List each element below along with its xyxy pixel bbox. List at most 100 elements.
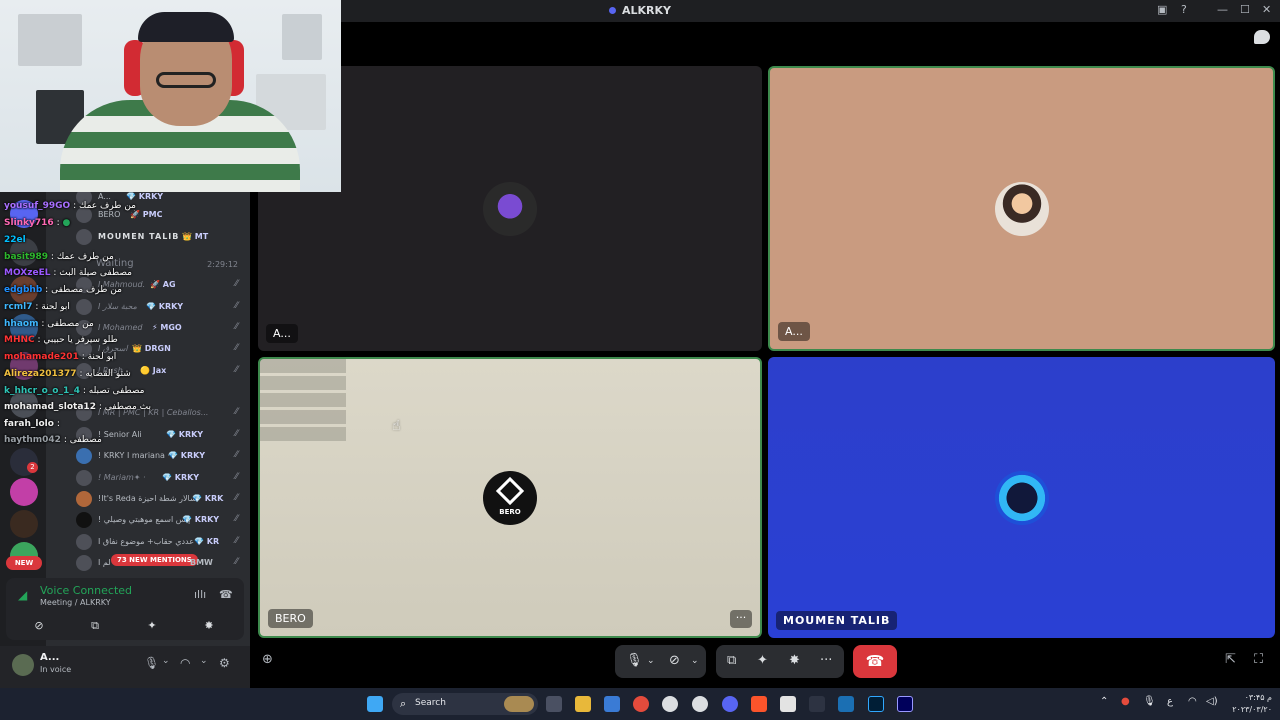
steam-icon[interactable] [692, 696, 708, 712]
participant-name: A... [266, 324, 298, 343]
avatar [76, 363, 92, 379]
chrome-icon[interactable] [633, 696, 649, 712]
language-indicator[interactable]: ع [1167, 696, 1173, 707]
participant-tile[interactable]: MOUMEN TALIB [768, 357, 1275, 638]
task-view-icon[interactable] [546, 696, 562, 712]
voice-user[interactable]: !It's Reda سالار شطة احيزة 💎 KRK ⁄⁄ [66, 488, 250, 509]
voice-user[interactable]: I Mahmoud. 🚀 AG ⁄⁄ [66, 274, 250, 295]
microphone-icon[interactable]: 🎙 [626, 653, 643, 668]
participant-tile[interactable]: A... [768, 66, 1275, 351]
voice-user[interactable]: I MR | PMC | KR | Ceballos... ⁄⁄ [66, 402, 250, 423]
share-screen-icon[interactable]: ⧉ [70, 616, 120, 636]
avatar[interactable] [12, 654, 34, 676]
participant-avatar [994, 470, 1049, 525]
audio-video-group: 🎙 ⌄ ⊘ ⌄ [615, 645, 706, 678]
file-explorer-icon[interactable] [575, 696, 591, 712]
add-user-icon[interactable]: ⊕ [262, 652, 273, 667]
soundboard-icon[interactable]: ✸ [789, 653, 800, 668]
soundboard-icon[interactable]: ✸ [184, 616, 234, 636]
fullscreen-icon[interactable]: ⛶ [1254, 652, 1263, 667]
participant-avatar [483, 181, 537, 236]
search-box[interactable]: ⌕ Search [392, 693, 538, 715]
wall-frame [18, 14, 82, 66]
capcut-icon[interactable] [809, 696, 825, 712]
close-button[interactable]: ✕ [1262, 3, 1271, 16]
screen-share-icon[interactable]: ▣ [1157, 3, 1167, 16]
chatgpt-icon[interactable] [662, 696, 678, 712]
voice-user[interactable]: ! Senior Ali 💎 KRKY ⁄⁄ [66, 424, 250, 445]
brave-icon[interactable] [751, 696, 767, 712]
voice-user[interactable]: BERO 🚀 PMC [66, 204, 250, 225]
disconnect-button[interactable]: ☎ [853, 645, 897, 678]
steam-client-icon[interactable] [838, 696, 854, 712]
headphones-icon[interactable]: ◠ [180, 656, 190, 670]
server-icon[interactable] [10, 352, 38, 380]
tray-app-icon[interactable]: ● [1121, 696, 1130, 707]
voice-user[interactable]: ! إبس اسمع موهبتي وصيلي 💎 KRKY ⁄⁄ [66, 509, 250, 530]
participant-name: BERO [268, 609, 313, 628]
server-icon[interactable] [10, 478, 38, 506]
popout-icon[interactable]: ⇱ [1225, 652, 1236, 667]
avatar [76, 405, 92, 421]
maximize-button[interactable]: ☐ [1240, 3, 1250, 16]
start-icon[interactable] [367, 696, 383, 712]
call-header [250, 22, 1280, 64]
participant-tile[interactable]: BERO BERO ··· [258, 357, 762, 638]
wifi-icon[interactable]: ◠ [1188, 696, 1197, 707]
camera-off-icon[interactable]: ⊘ [14, 616, 64, 636]
activities-icon[interactable]: ✦ [757, 653, 768, 668]
chat-icon[interactable] [1254, 30, 1270, 44]
server-icon[interactable] [10, 238, 38, 266]
photoshop-icon[interactable] [868, 696, 884, 712]
chevron-down-icon[interactable]: ⌄ [647, 656, 655, 666]
volume-icon[interactable]: ◁) [1206, 696, 1218, 707]
voice-location[interactable]: Meeting / ALKRKY [40, 598, 111, 607]
noise-suppression-icon[interactable]: ıllı [194, 588, 206, 601]
search-highlight-icon [504, 696, 534, 712]
voice-user[interactable]: I عددي حقاب+ موضوع نفاق 💎 KR ⁄⁄ [66, 531, 250, 552]
search-icon: ⌕ [400, 697, 407, 710]
notification-badge: 2 [27, 462, 38, 473]
more-options-button[interactable]: ··· [730, 610, 752, 628]
help-icon[interactable]: ? [1181, 3, 1187, 16]
disconnect-icon[interactable]: ☎ [219, 588, 233, 601]
voice-user[interactable]: I Rush 🟡 Jax ⁄⁄ [66, 360, 250, 381]
voice-user[interactable]: I محبة سلار 💎 KRKY ⁄⁄ [66, 296, 250, 317]
new-unread-pill[interactable]: NEW [6, 556, 42, 570]
avatar [76, 229, 92, 245]
voice-user[interactable]: Waiting 2:29:12 [66, 254, 250, 275]
voice-connection-panel: ◢ Voice Connected Meeting / ALKRKY ıllı … [6, 578, 244, 640]
microphone-icon[interactable]: 🎙 [144, 656, 159, 670]
signal-icon[interactable]: ◢ [18, 588, 27, 602]
new-mentions-pill[interactable]: 73 NEW MENTIONS [111, 554, 198, 566]
tray-chevron-icon[interactable]: ⌃ [1100, 696, 1108, 707]
notepad-icon[interactable] [780, 696, 796, 712]
server-icon[interactable] [10, 510, 38, 538]
voice-user[interactable]: I Mohamed ⚡ MGO ⁄⁄ [66, 317, 250, 338]
voice-user[interactable]: ! Mariam✦ · 💎 KRKY ⁄⁄ [66, 467, 250, 488]
gear-icon[interactable]: ⚙ [219, 656, 230, 670]
minimize-button[interactable]: — [1217, 3, 1228, 16]
server-icon[interactable] [10, 390, 38, 418]
server-icon[interactable] [10, 276, 38, 304]
server-icon[interactable] [10, 314, 38, 342]
voice-user[interactable]: ! KRKY I mariana · 💎 KRKY ⁄⁄ [66, 445, 250, 466]
share-screen-icon[interactable]: ⧉ [727, 653, 736, 668]
avatar [76, 555, 92, 571]
chevron-down-icon[interactable]: ⌄ [200, 656, 208, 666]
deafened-icon: ⁄⁄ [234, 536, 238, 546]
camera-off-icon[interactable]: ⊘ [669, 653, 680, 668]
chevron-down-icon[interactable]: ⌄ [162, 656, 170, 666]
discord-icon[interactable] [722, 696, 738, 712]
deafened-icon: ⁄⁄ [234, 429, 238, 439]
microphone-icon[interactable]: 🎙 [1143, 696, 1156, 707]
server-icon[interactable] [10, 200, 38, 228]
voice-user[interactable]: MOUMEN TALIB 👑 MT [66, 226, 250, 247]
chevron-down-icon[interactable]: ⌄ [691, 656, 699, 666]
store-icon[interactable] [604, 696, 620, 712]
activities-icon[interactable]: ✦ [127, 616, 177, 636]
premiere-icon[interactable] [897, 696, 913, 712]
clock[interactable]: ۰۳:۴۵ م ۲۰۲۳/۰۳/۲۰ [1232, 692, 1272, 716]
more-icon[interactable]: ··· [820, 653, 832, 668]
voice-user[interactable]: I اسحرق 👑 DRGN ⁄⁄ [66, 338, 250, 359]
